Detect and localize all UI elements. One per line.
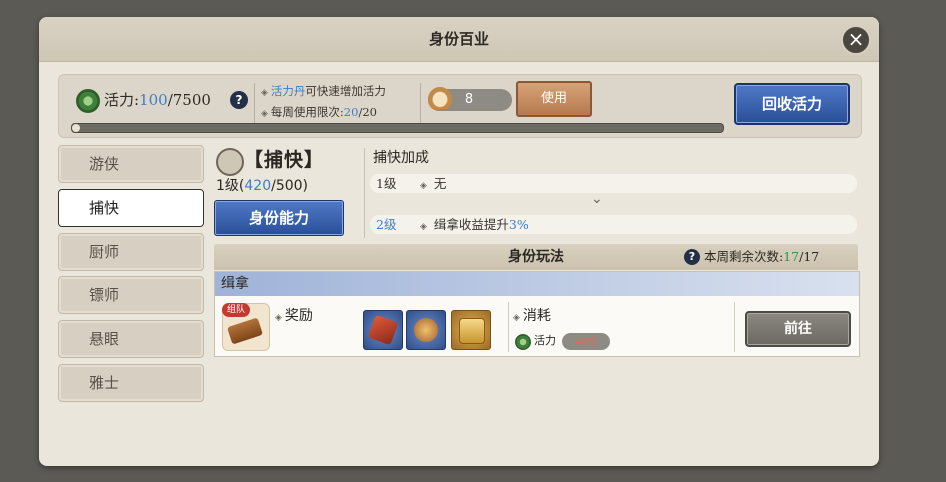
profession-icon [216,148,244,176]
stamina-label: 活力: [104,91,140,109]
bonus-row-2: 2级 ◈ 缉拿收益提升3% [370,215,857,234]
activity-title: 缉拿 [221,276,249,292]
bonus-title: 捕快加成 [373,150,429,166]
sidebar-tab-label: 游侠 [89,155,120,173]
weekly-used: 20 [343,105,359,119]
tip-line-2: ◈ 每周使用限次:20/20 [261,103,421,124]
reward-item-chest-icon[interactable] [451,310,491,350]
team-badge: 组队 [222,303,250,317]
stamina-tips: ◈ 活力丹可快速增加活力 ◈ 每周使用限次:20/20 [261,82,421,124]
sidebar-tab-label: 镖师 [89,286,120,304]
diamond-icon: ◈ [420,222,427,232]
stamina-max: 7500 [172,91,211,109]
sidebar-tab[interactable]: 游侠 [58,145,204,183]
window-title: 身份百业 [428,30,489,48]
sidebar-tab-label: 悬眼 [89,330,120,348]
weekly-total: 20 [362,105,377,119]
cost-value: 400 [562,333,610,350]
reward-item-flag-icon[interactable] [363,310,403,350]
remaining-count: 17 [783,249,800,264]
pill-icon [426,85,454,109]
diamond-icon: ◈ [261,88,268,98]
sidebar-tab[interactable]: 雅士 [58,364,204,402]
stamina-icon [515,334,531,350]
sidebar-tab[interactable]: 捕快 [58,189,204,227]
divider [734,302,735,352]
divider [364,148,365,238]
reward-label: ◈ 奖励 [275,306,313,328]
help-icon[interactable]: ? [684,249,700,265]
bonus-text: ◈ 缉拿收益提升3% [420,215,529,237]
help-icon[interactable]: ? [230,91,248,109]
sidebar-tab-label: 雅士 [89,374,120,392]
sidebar-tab-label: 捕快 [89,199,120,217]
divider [508,302,509,352]
stamina-icon [76,89,100,113]
close-icon[interactable]: × [841,25,871,55]
identity-ability-button[interactable]: 身份能力 [214,200,344,236]
activity-card: 缉拿 组队 ◈ 奖励 ◈ 消耗 活力 400 前往 [214,271,860,357]
tip-line-1: ◈ 活力丹可快速增加活力 [261,82,421,103]
bonus-level: 1级 [376,176,397,191]
profession-level: 1级(420/500) [216,176,308,196]
diamond-icon: ◈ [513,313,520,323]
sidebar-tab[interactable]: 厨师 [58,233,204,271]
stamina-progress-fill [72,124,81,132]
stamina-bar: 活力:100/7500 ? ◈ 活力丹可快速增加活力 ◈ 每周使用限次:20/20 … [58,74,862,138]
tip-item-name: 活力丹 [270,84,306,98]
divider [420,83,421,125]
sidebar-tab[interactable]: 悬眼 [58,320,204,358]
divider [254,83,255,125]
gameplay-header: 身份玩法 ? 本周剩余次数:17/17 [214,244,858,270]
go-button[interactable]: 前往 [745,311,851,347]
level-prefix: 1级( [216,178,245,194]
stamina-readout: 活力:100/7500 [104,89,211,111]
bonus-row-1: 1级 ◈ 无 [370,174,857,193]
stamina-current: 100 [139,91,168,109]
diamond-icon: ◈ [420,181,427,191]
level-exp-max: /500) [271,178,309,194]
recover-stamina-button[interactable]: 回收活力 [734,83,850,125]
profession-name: 【捕快】 [244,149,325,171]
bonus-text: ◈ 无 [420,174,446,196]
sidebar-tab[interactable]: 镖师 [58,276,204,314]
use-button[interactable]: 使用 [516,81,592,117]
tip-line-1-text: 可快速增加活力 [305,84,386,98]
bonus-level: 2级 [376,217,397,232]
identity-panel: 身份百业 × 活力:100/7500 ? ◈ 活力丹可快速增加活力 ◈ 每周使用限次… [39,17,879,466]
diamond-icon: ◈ [261,109,268,119]
cost-resource: 活力 [534,334,556,347]
reward-item-armor-icon[interactable] [406,310,446,350]
diamond-icon: ◈ [275,313,282,323]
chevron-down-icon[interactable]: ⌄ [591,191,603,207]
level-exp: 420 [244,178,272,194]
sidebar-tab-label: 厨师 [89,243,120,261]
activity-card-header: 缉拿 [215,272,859,296]
tip-line-2-text: 每周使用限次: [270,105,344,119]
cost-label: ◈ 消耗 [513,306,551,328]
stamina-progress-bar [71,123,724,133]
weekly-remaining: 本周剩余次数:17/17 [704,249,820,264]
item-count: 8 [464,92,474,107]
